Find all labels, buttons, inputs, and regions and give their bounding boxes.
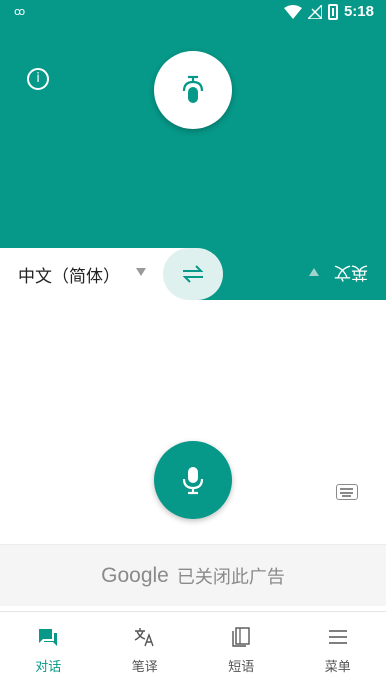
ad-banner: Google 已关闭此广告 xyxy=(0,544,386,606)
swap-languages-button[interactable] xyxy=(163,248,223,300)
bottom-microphone-button[interactable] xyxy=(154,441,232,519)
battery-icon xyxy=(327,3,338,20)
target-language-selector[interactable]: 英文 xyxy=(334,262,368,287)
no-signal-icon xyxy=(307,4,322,19)
swap-arrows-icon xyxy=(182,265,204,283)
menu-icon xyxy=(327,626,349,648)
google-logo: Google xyxy=(101,563,169,587)
status-icons: 5:18 xyxy=(283,3,374,20)
nav-label-phrasebook: 短语 xyxy=(228,660,255,675)
microphone-icon xyxy=(182,75,204,103)
nav-item-translate[interactable]: 笔译 xyxy=(97,612,194,686)
status-app-icon: ꝏ xyxy=(14,5,26,18)
phrasebook-icon xyxy=(230,626,252,648)
wifi-icon xyxy=(283,4,302,19)
source-language-selector[interactable]: 中文（简体） xyxy=(18,262,120,287)
microphone-icon xyxy=(182,467,204,495)
status-bar: ꝏ 5:18 xyxy=(0,0,386,26)
info-button[interactable]: i xyxy=(27,68,49,90)
nav-item-phrasebook[interactable]: 短语 xyxy=(193,612,290,686)
keyboard-icon[interactable] xyxy=(336,484,358,500)
target-dropdown-arrow-icon[interactable] xyxy=(309,268,319,276)
nav-label-translate: 笔译 xyxy=(131,660,158,675)
ad-closed-text: 已关闭此广告 xyxy=(176,566,285,588)
status-time: 5:18 xyxy=(343,3,374,20)
nav-label-conversation: 对话 xyxy=(35,660,62,675)
top-microphone-button[interactable] xyxy=(154,51,232,129)
nav-label-menu: 菜单 xyxy=(324,660,351,675)
bottom-navigation: 对话 笔译 短语 菜单 xyxy=(0,611,386,686)
nav-item-conversation[interactable]: 对话 xyxy=(0,612,97,686)
language-bar: 中文（简体） 英文 xyxy=(0,248,386,300)
conversation-icon xyxy=(37,626,59,648)
info-icon: i xyxy=(36,71,40,86)
nav-item-menu[interactable]: 菜单 xyxy=(290,612,386,686)
source-dropdown-arrow-icon[interactable] xyxy=(136,268,146,276)
translate-icon xyxy=(134,626,156,648)
